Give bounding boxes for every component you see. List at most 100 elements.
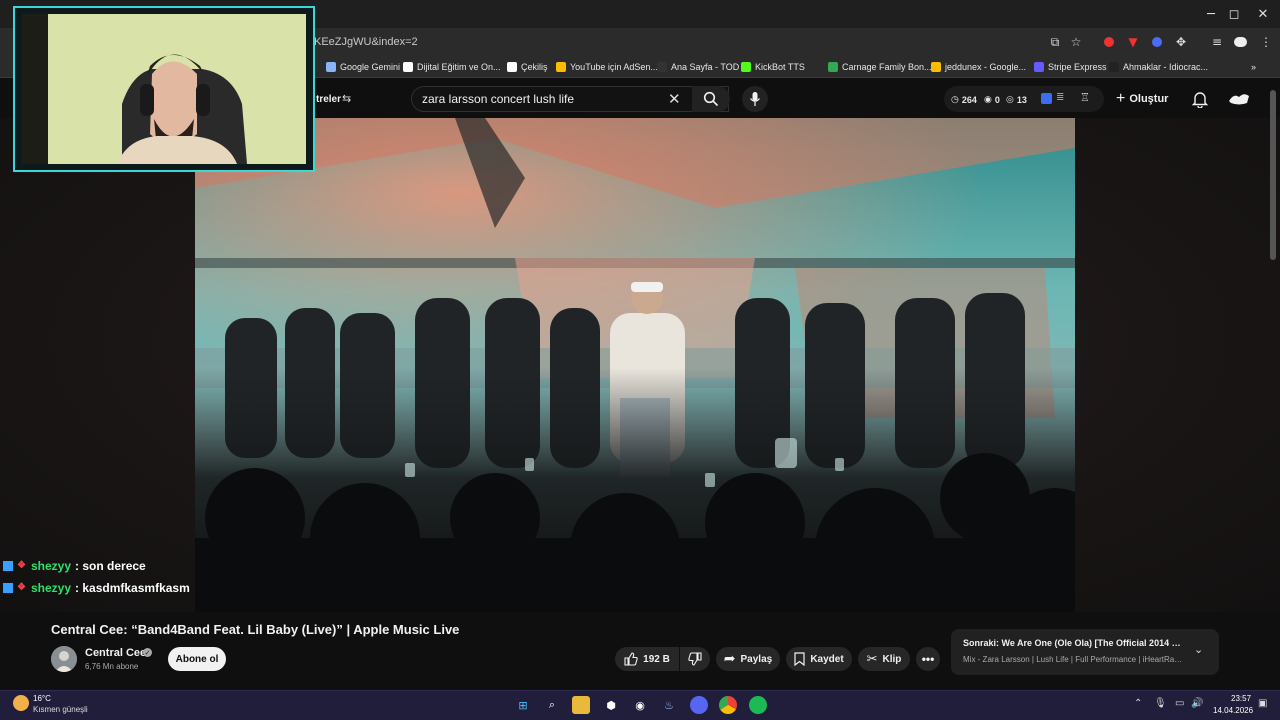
clear-search-icon[interactable]: ✕ bbox=[668, 90, 681, 108]
page-scrollbar[interactable] bbox=[1270, 90, 1276, 260]
notifications-button[interactable] bbox=[1191, 90, 1209, 113]
obs-icon[interactable]: ◉ bbox=[631, 696, 649, 714]
bookmark-label: Çekiliş bbox=[521, 62, 548, 72]
bookmark-item[interactable]: Stripe Express bbox=[1034, 60, 1107, 74]
extension-list-icon[interactable]: ≣ bbox=[1056, 92, 1064, 103]
bookmark-favicon-icon bbox=[657, 62, 667, 72]
bookmark-label: Ana Sayfa - TOD bbox=[671, 62, 740, 72]
up-next-subtitle: Mix - Zara Larsson | Lush Life | Full Pe… bbox=[963, 655, 1185, 664]
share-button[interactable]: ➦ Paylaş bbox=[716, 647, 780, 671]
reading-list-icon[interactable]: ≡ bbox=[1209, 34, 1225, 50]
browser-menu-icon[interactable]: ⋮ bbox=[1258, 34, 1274, 50]
bookmark-item[interactable]: Dijital Eğitim ve On... bbox=[403, 60, 501, 74]
extension-bird-icon[interactable]: ▼ bbox=[1125, 34, 1141, 50]
webcam-overlay bbox=[22, 14, 306, 164]
extension-blue-icon[interactable] bbox=[1149, 34, 1165, 50]
bookmark-favicon-icon bbox=[507, 62, 517, 72]
filter-sliders-icon[interactable]: ⇆ bbox=[342, 92, 351, 105]
channel-avatar-image bbox=[51, 646, 77, 672]
install-app-icon[interactable]: ⧉ bbox=[1047, 34, 1063, 50]
bookmark-item[interactable]: YouTube için AdSen... bbox=[556, 60, 658, 74]
url-field[interactable]: KEeZJgWU&index=2 bbox=[314, 36, 418, 48]
clock-date[interactable]: 14.04.2026 bbox=[1213, 706, 1253, 715]
filters-label[interactable]: treler bbox=[316, 94, 341, 105]
bookmark-label: Dijital Eğitim ve On... bbox=[417, 62, 501, 72]
like-button[interactable]: 192 B bbox=[615, 647, 679, 671]
channel-name[interactable]: Central Cee bbox=[85, 647, 146, 659]
network-icon[interactable]: ▭ bbox=[1175, 698, 1184, 709]
eye-icon: ◉ bbox=[984, 94, 992, 104]
steam-icon[interactable]: ♨ bbox=[660, 696, 678, 714]
extension-red-icon[interactable] bbox=[1101, 34, 1117, 50]
bookmark-item[interactable]: Google Gemini bbox=[326, 60, 400, 74]
weather-icon[interactable] bbox=[13, 695, 29, 711]
taskbar-search-icon[interactable]: ⌕ bbox=[543, 696, 561, 714]
bookmark-favicon-icon bbox=[1109, 62, 1119, 72]
account-avatar[interactable] bbox=[1228, 91, 1250, 107]
search-button[interactable] bbox=[692, 86, 730, 112]
webcam-feed bbox=[22, 14, 306, 164]
bookmark-item[interactable]: Ahmaklar - Idiocrac... bbox=[1109, 60, 1208, 74]
bookmark-star-icon[interactable]: ☆ bbox=[1068, 34, 1084, 50]
weather-description[interactable]: Kısmen güneşli bbox=[33, 705, 88, 714]
channel-avatar[interactable] bbox=[51, 646, 77, 672]
video-title: Central Cee: “Band4Band Feat. Lil Baby (… bbox=[51, 622, 460, 637]
file-explorer-icon[interactable] bbox=[572, 696, 590, 714]
volume-icon[interactable]: 🔊 bbox=[1191, 698, 1203, 709]
bell-icon bbox=[1191, 92, 1209, 109]
save-button[interactable]: Kaydet bbox=[786, 647, 852, 671]
tray-expand-icon[interactable]: ⌃ bbox=[1134, 698, 1142, 709]
bookmark-item[interactable]: Çekiliş bbox=[507, 60, 548, 74]
up-next-card[interactable] bbox=[951, 629, 1219, 675]
bookmark-label: Google Gemini bbox=[340, 62, 401, 72]
notification-center-icon[interactable]: ▣ bbox=[1258, 698, 1267, 709]
dislike-button[interactable] bbox=[680, 647, 710, 671]
start-menu-icon[interactable]: ⊞ bbox=[514, 696, 532, 714]
chrome-icon[interactable] bbox=[719, 696, 737, 714]
clock-time[interactable]: 23:57 bbox=[1231, 694, 1251, 703]
verified-icon: ✓ bbox=[143, 648, 152, 657]
voice-search-button[interactable] bbox=[742, 86, 768, 112]
bookmark-label: jeddunex - Google... bbox=[945, 62, 1027, 72]
bookmark-favicon-icon bbox=[403, 62, 413, 72]
bookmark-favicon-icon bbox=[931, 62, 941, 72]
bookmark-favicon-icon bbox=[1034, 62, 1044, 72]
bookmark-item[interactable]: Carnage Family Bon... bbox=[828, 60, 932, 74]
share-arrow-icon: ➦ bbox=[723, 651, 736, 667]
bookmark-label: YouTube için AdSen... bbox=[570, 62, 658, 72]
extensions-puzzle-icon[interactable]: ✥ bbox=[1173, 34, 1189, 50]
close-window-button[interactable]: ✕ bbox=[1240, 0, 1280, 28]
chat-message: ❖ shezyy : son derece bbox=[3, 557, 146, 575]
bookmark-item[interactable]: jeddunex - Google... bbox=[931, 60, 1026, 74]
more-actions-button[interactable]: ••• bbox=[916, 647, 940, 671]
save-label: Kaydet bbox=[810, 653, 844, 665]
microphone-tray-icon[interactable]: 🎙 bbox=[1154, 698, 1167, 709]
create-button[interactable]: + Oluştur bbox=[1116, 88, 1168, 110]
clock-icon: ◷ bbox=[951, 94, 959, 104]
chat-text: : kasdmfkasmfkasm bbox=[75, 581, 190, 595]
search-query-text: zara larsson concert lush life bbox=[422, 92, 575, 106]
bookmark-favicon-icon bbox=[741, 62, 751, 72]
create-label: Oluştur bbox=[1129, 93, 1169, 105]
bookmark-label: Ahmaklar - Idiocrac... bbox=[1123, 62, 1209, 72]
eye-outline-icon: ◎ bbox=[1006, 94, 1014, 104]
clip-button[interactable]: ✂ Klip bbox=[858, 647, 910, 671]
spotify-icon[interactable] bbox=[749, 696, 767, 714]
chat-username: shezyy bbox=[31, 581, 72, 595]
profile-avatar-icon[interactable] bbox=[1232, 34, 1248, 50]
app-cube-icon[interactable]: ⬢ bbox=[602, 696, 620, 714]
subscriber-count: 6,76 Mn abone bbox=[85, 662, 139, 671]
weather-temperature[interactable]: 16°C bbox=[33, 694, 51, 703]
bookmark-item[interactable]: KickBot TTS bbox=[741, 60, 805, 74]
more-bookmarks-button[interactable]: » bbox=[1251, 60, 1256, 74]
chat-message: ❖ shezyy : kasdmfkasmfkasm bbox=[3, 579, 190, 597]
subscribe-button[interactable]: Abone ol bbox=[168, 647, 226, 671]
chevron-down-icon[interactable]: ⌄ bbox=[1194, 643, 1203, 656]
bookmark-item[interactable]: Ana Sayfa - TOD bbox=[657, 60, 739, 74]
trophy-icon[interactable]: ♖ bbox=[1080, 91, 1090, 104]
extension-badge-icon[interactable] bbox=[1041, 93, 1052, 104]
discord-icon[interactable] bbox=[690, 696, 708, 714]
kick-badge-icon bbox=[3, 583, 13, 593]
video-player[interactable] bbox=[195, 118, 1075, 612]
bookmark-favicon-icon bbox=[556, 62, 566, 72]
